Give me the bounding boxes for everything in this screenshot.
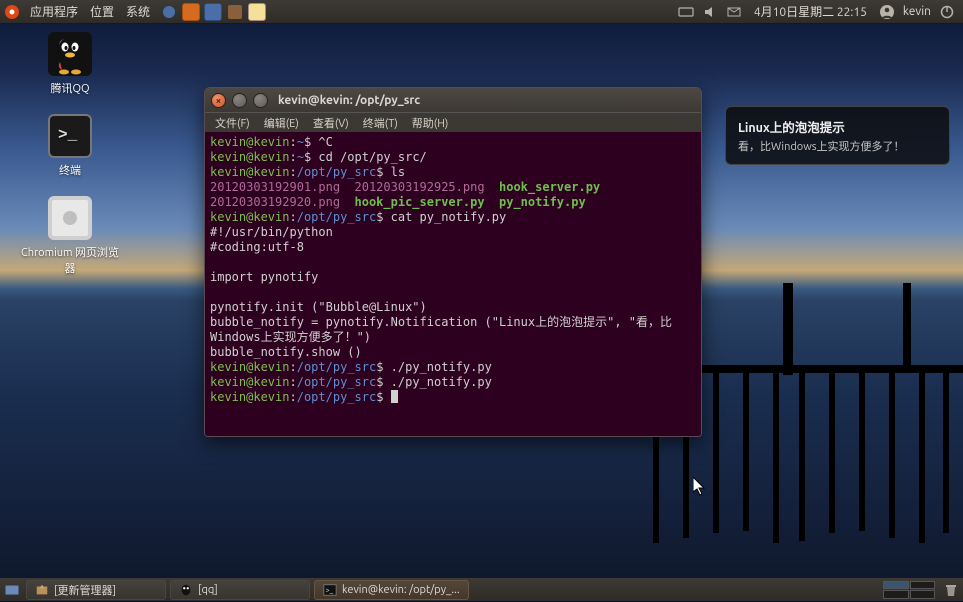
workspace-4[interactable] — [910, 590, 936, 599]
qq-icon — [48, 32, 92, 76]
menu-help[interactable]: 帮助(H) — [406, 114, 455, 132]
cursor-block — [391, 390, 398, 403]
volume-icon[interactable] — [702, 4, 718, 20]
svg-text:>_: >_ — [326, 586, 334, 594]
keyboard-icon[interactable] — [678, 4, 694, 20]
notification-body: 看，比Windows上实现方便多了！ — [738, 138, 937, 154]
ubuntu-logo-icon[interactable] — [0, 0, 24, 24]
update-icon — [35, 583, 49, 597]
firefox-icon[interactable] — [182, 3, 200, 21]
desktop-icon-terminal[interactable]: 终端 — [20, 114, 120, 178]
applet-icon[interactable] — [226, 3, 244, 21]
user-name[interactable]: kevin — [903, 5, 931, 18]
window-maximize-button[interactable] — [253, 93, 268, 108]
task-label: kevin@kevin: /opt/py_... — [342, 584, 460, 596]
applet-icon[interactable] — [160, 3, 178, 21]
taskbar-item-qq[interactable]: [qq] — [170, 580, 310, 600]
desktop[interactable]: 腾讯QQ 终端 Chromium 网页浏览器 × kevin@kevin: /o… — [0, 24, 963, 577]
desktop-icon-qq[interactable]: 腾讯QQ — [20, 32, 120, 96]
user-icon[interactable] — [879, 4, 895, 20]
workspace-switcher[interactable] — [883, 581, 935, 599]
bottom-panel: [更新管理器] [qq] >_ kevin@kevin: /opt/py_... — [0, 577, 963, 601]
menu-view[interactable]: 查看(V) — [307, 114, 355, 132]
task-label: [更新管理器] — [54, 582, 116, 598]
applet-icon[interactable] — [204, 3, 222, 21]
terminal-body[interactable]: kevin@kevin:~$ ^C kevin@kevin:~$ cd /opt… — [205, 132, 701, 436]
desktop-icon-label: 终端 — [59, 165, 81, 177]
notification-title: Linux上的泡泡提示 — [738, 117, 937, 136]
taskbar-item-update-manager[interactable]: [更新管理器] — [26, 580, 166, 600]
top-panel: 应用程序 位置 系统 4月10日星期二 22:15 kevin — [0, 0, 963, 24]
menu-applications[interactable]: 应用程序 — [24, 0, 84, 23]
window-title: kevin@kevin: /opt/py_src — [278, 94, 420, 107]
window-minimize-button[interactable] — [232, 93, 247, 108]
terminal-output: kevin@kevin:~$ ^C kevin@kevin:~$ cd /opt… — [210, 135, 696, 405]
trash-icon[interactable] — [939, 578, 963, 602]
desktop-icon-label: 腾讯QQ — [50, 83, 89, 95]
taskbar-item-terminal[interactable]: >_ kevin@kevin: /opt/py_... — [314, 580, 469, 600]
qq-tray-icon[interactable] — [248, 3, 266, 21]
qq-small-icon — [179, 583, 193, 597]
notification-bubble[interactable]: Linux上的泡泡提示 看，比Windows上实现方便多了！ — [725, 106, 950, 165]
menu-system[interactable]: 系统 — [120, 0, 156, 23]
terminal-window[interactable]: × kevin@kevin: /opt/py_src 文件(F) 编辑(E) 查… — [204, 87, 702, 437]
power-icon[interactable] — [939, 4, 955, 20]
terminal-icon — [48, 114, 92, 158]
workspace-2[interactable] — [910, 581, 936, 590]
clock[interactable]: 4月10日星期二 22:15 — [750, 3, 871, 20]
workspace-1[interactable] — [883, 581, 909, 590]
mouse-cursor-icon — [693, 477, 707, 497]
terminal-menubar: 文件(F) 编辑(E) 查看(V) 终端(T) 帮助(H) — [205, 112, 701, 132]
chromium-icon — [48, 196, 92, 240]
mail-icon[interactable] — [726, 4, 742, 20]
desktop-icon-chromium[interactable]: Chromium 网页浏览器 — [20, 196, 120, 276]
menu-terminal[interactable]: 终端(T) — [357, 114, 404, 132]
menu-file[interactable]: 文件(F) — [209, 114, 256, 132]
workspace-3[interactable] — [883, 590, 909, 599]
menu-places[interactable]: 位置 — [84, 0, 120, 23]
window-titlebar[interactable]: × kevin@kevin: /opt/py_src — [205, 88, 701, 112]
window-close-button[interactable]: × — [211, 93, 226, 108]
terminal-small-icon: >_ — [323, 583, 337, 597]
desktop-icon-label: Chromium 网页浏览器 — [21, 247, 119, 275]
menu-edit[interactable]: 编辑(E) — [258, 114, 305, 132]
task-label: [qq] — [198, 584, 218, 596]
show-desktop-button[interactable] — [0, 578, 24, 602]
